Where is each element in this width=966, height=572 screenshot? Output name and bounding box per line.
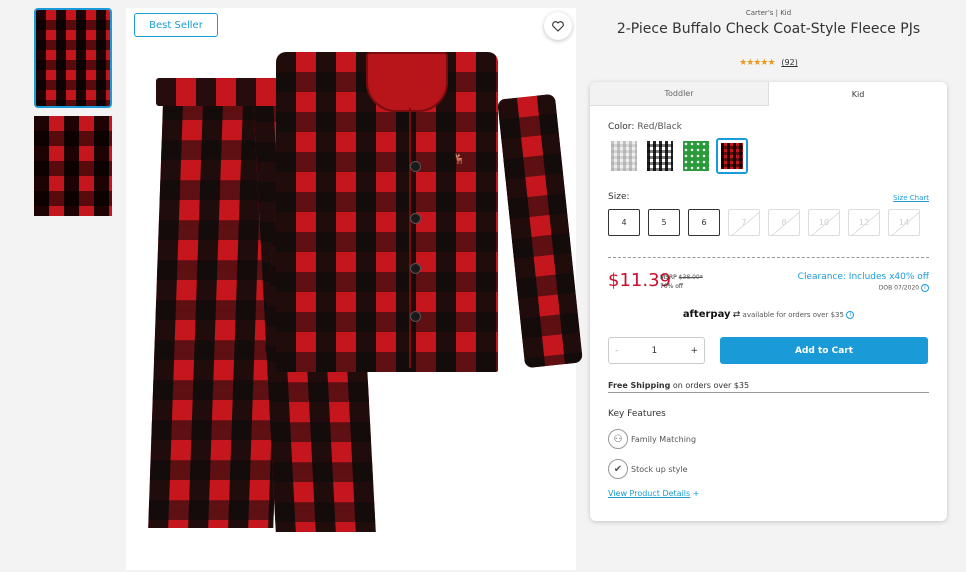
check-icon: ✔ — [608, 459, 628, 479]
size-label: Size: — [608, 192, 630, 202]
afterpay-info: afterpay ⇄ available for orders over $35… — [590, 309, 947, 320]
tab-kid[interactable]: Kid — [769, 82, 947, 106]
thumbnail-image — [36, 10, 110, 106]
size-option[interactable]: 5 — [648, 209, 680, 236]
dob-info: DOB 07/2020 i — [879, 284, 929, 292]
size-option-unavailable: 14 — [888, 209, 920, 236]
size-range-tabs: Toddler Kid — [590, 82, 947, 106]
selected-color-value: Red/Black — [637, 122, 682, 132]
shipping-threshold: on orders over $35 — [670, 381, 750, 390]
free-shipping-label: Free Shipping — [608, 381, 671, 390]
gray-plaid-swatch[interactable] — [608, 138, 640, 174]
color-label: Color: Red/Black — [608, 122, 682, 132]
product-options-card: Toddler Kid Color: Red/Black Size: Size C… — [590, 82, 947, 521]
quantity-stepper[interactable]: - 1 + — [608, 337, 705, 364]
size-chart-link[interactable]: Size Chart — [893, 194, 929, 202]
feature-item: ✔ Stock up style — [608, 459, 688, 479]
red-black-plaid-swatch[interactable] — [716, 138, 748, 174]
pajama-collar — [366, 52, 448, 112]
feature-item: ⚇ Family Matching — [608, 429, 696, 449]
review-count-link[interactable]: (92) — [781, 58, 797, 67]
msrp-value: $38.00* — [678, 274, 703, 281]
pajama-button — [410, 161, 421, 172]
brand-breadcrumb[interactable]: Carter's | Kid — [590, 9, 947, 17]
tab-toddler[interactable]: Toddler — [590, 82, 769, 106]
size-option-unavailable: 10 — [808, 209, 840, 236]
key-features-title: Key Features — [608, 409, 666, 419]
thumbnail-fabric-detail[interactable] — [34, 116, 112, 216]
quantity-value[interactable]: 1 — [651, 346, 657, 356]
product-page: 🦌 Best Seller Carter's | Kid 2-Piece Buf… — [0, 0, 966, 572]
pajama-sleeve-right — [497, 93, 583, 369]
afterpay-text: available for orders over $35 — [742, 311, 844, 319]
msrp-info: MSRP $38.00* 70% off — [660, 273, 703, 291]
afterpay-loop-icon: ⇄ — [732, 310, 741, 320]
quantity-decrease-button[interactable]: - — [615, 346, 618, 356]
expand-plus-icon[interactable]: + — [693, 489, 700, 498]
black-white-plaid-swatch[interactable] — [644, 138, 676, 174]
main-product-image: 🦌 Best Seller — [126, 8, 583, 570]
msrp-label: MSRP — [660, 274, 677, 281]
feature-label: Stock up style — [631, 464, 688, 474]
favorite-button[interactable] — [544, 12, 572, 40]
color-swatches — [608, 138, 748, 174]
reindeer-embroidery-icon: 🦌 — [453, 154, 466, 165]
divider — [608, 257, 929, 258]
product-title: 2-Piece Buffalo Check Coat-Style Fleece … — [616, 21, 921, 37]
size-option-unavailable: 7 — [728, 209, 760, 236]
family-icon: ⚇ — [608, 429, 628, 449]
discount-percent: 70% off — [660, 283, 684, 290]
size-option[interactable]: 4 — [608, 209, 640, 236]
thumbnail-full-outfit[interactable] — [34, 8, 112, 108]
heart-icon — [552, 20, 564, 32]
feature-label: Family Matching — [631, 434, 697, 444]
size-options: 4 5 6 7 8 10 12 14 — [608, 209, 920, 236]
clearance-text: Clearance: Includes x40% off — [797, 272, 929, 282]
quantity-increase-button[interactable]: + — [690, 346, 698, 356]
pajama-placket — [409, 108, 411, 368]
pajama-button — [410, 213, 421, 224]
pajama-button — [410, 263, 421, 274]
dob-text: DOB 07/2020 — [878, 284, 920, 292]
size-option[interactable]: 6 — [688, 209, 720, 236]
pajama-button — [410, 311, 421, 322]
color-label-text: Color: — [608, 122, 635, 132]
size-option-unavailable: 8 — [768, 209, 800, 236]
afterpay-logo: afterpay — [682, 309, 731, 320]
info-icon[interactable]: i — [846, 311, 855, 319]
size-option-unavailable: 12 — [848, 209, 880, 236]
best-seller-badge: Best Seller — [134, 13, 218, 37]
product-rating[interactable]: ★★★★★ (92) — [590, 58, 947, 68]
view-product-details-link[interactable]: View Product Details + — [608, 489, 699, 498]
add-to-cart-button[interactable]: Add to Cart — [720, 337, 928, 364]
green-print-swatch[interactable] — [680, 138, 712, 174]
star-rating-icon: ★★★★★ — [739, 58, 775, 68]
thumbnail-image — [34, 116, 112, 216]
info-icon[interactable]: i — [921, 284, 929, 292]
view-product-details-text[interactable]: View Product Details — [608, 489, 690, 498]
shipping-info: Free Shipping on orders over $35 — [608, 381, 929, 393]
